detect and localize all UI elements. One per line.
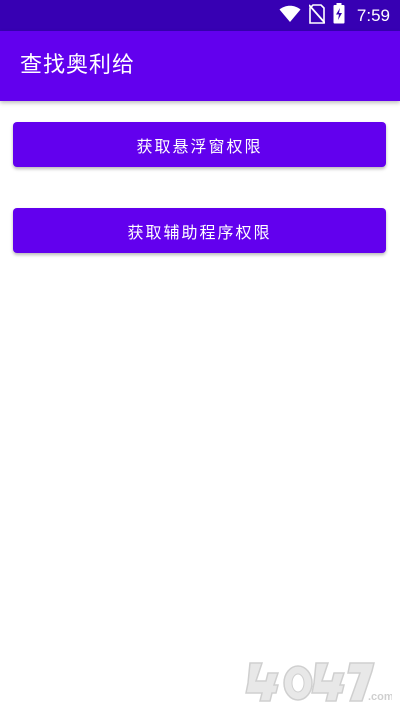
app-screen: 7:59 查找奥利给 获取悬浮窗权限 获取辅助程序权限 .com <box>0 0 400 711</box>
app-bar: 查找奥利给 <box>0 31 400 101</box>
svg-text:.com: .com <box>368 691 392 703</box>
battery-charging-icon <box>333 3 345 28</box>
get-overlay-permission-button[interactable]: 获取悬浮窗权限 <box>13 122 386 167</box>
watermark-logo: .com <box>242 655 394 705</box>
status-time: 7:59 <box>356 5 390 25</box>
app-title: 查找奥利给 <box>20 53 136 78</box>
no-sim-icon <box>308 3 326 28</box>
status-bar: 7:59 <box>0 0 400 31</box>
status-icons: 7:59 <box>279 0 390 31</box>
wifi-icon <box>279 5 301 27</box>
get-accessibility-permission-button[interactable]: 获取辅助程序权限 <box>13 208 386 253</box>
